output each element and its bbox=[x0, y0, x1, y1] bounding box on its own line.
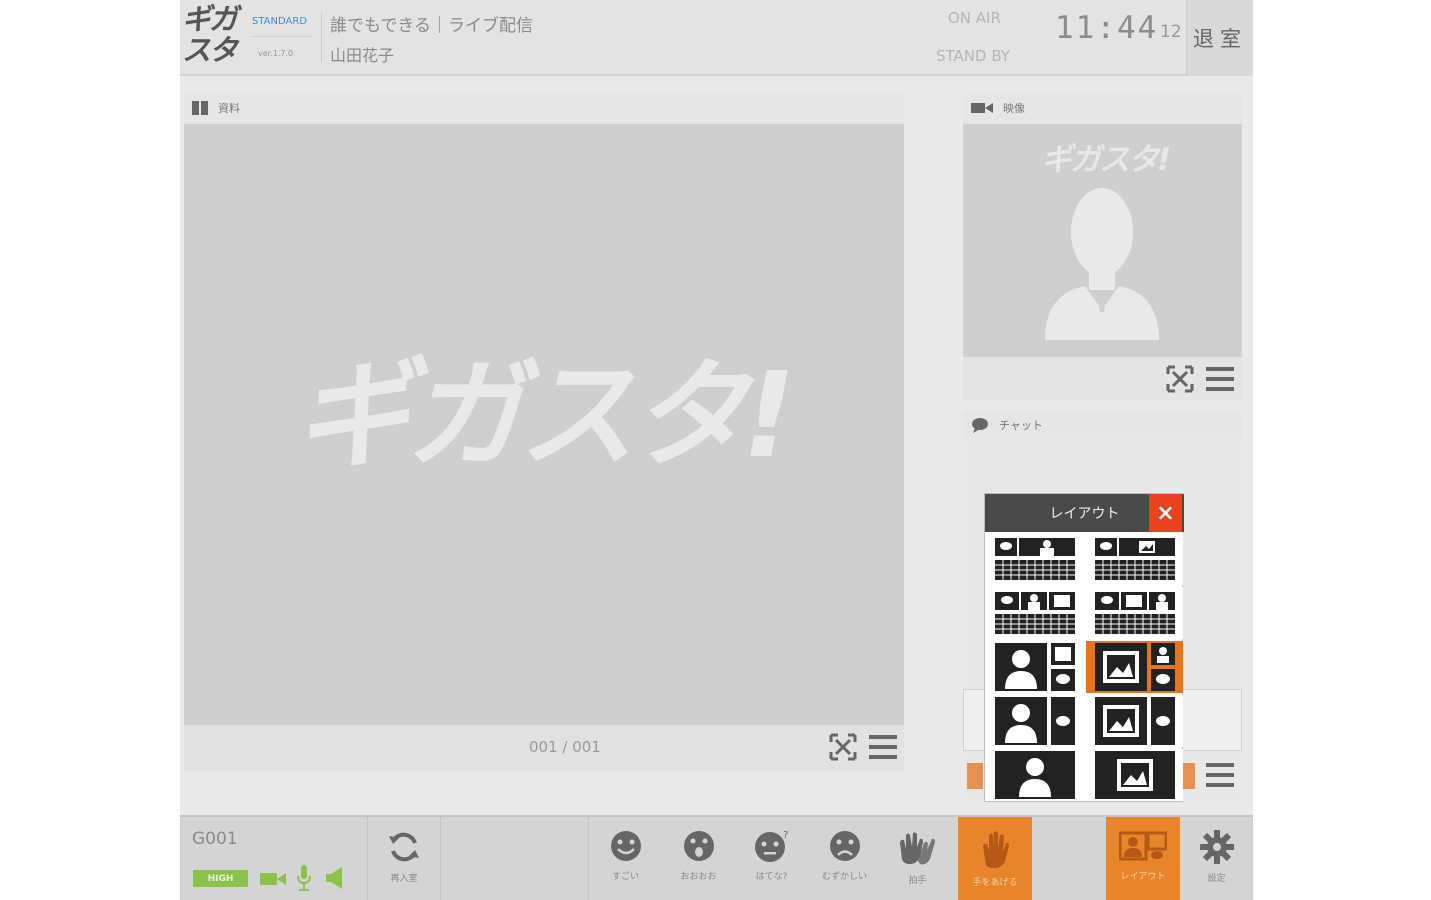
reaction-question-button[interactable]: ? はてな? bbox=[735, 817, 808, 900]
video-watermark: ギガスタ! bbox=[1041, 142, 1171, 178]
applause-label: 拍手 bbox=[908, 876, 927, 886]
reenter-button[interactable]: 再入室 bbox=[368, 817, 440, 900]
layout-material-large-video-chat-icon bbox=[1094, 643, 1175, 691]
clock-time: 11:44 bbox=[1055, 10, 1159, 46]
clock-seconds: 12 bbox=[1160, 22, 1182, 42]
material-canvas[interactable]: ギガスタ! bbox=[184, 124, 904, 725]
layout-button[interactable]: レイアウト bbox=[1106, 817, 1180, 900]
microphone-status-icon[interactable] bbox=[296, 865, 312, 891]
reaction-question-label: はてな? bbox=[755, 872, 788, 882]
layout-popup-title: レイアウト bbox=[1049, 506, 1120, 522]
menu-icon[interactable] bbox=[868, 733, 898, 761]
chat-menu-icon[interactable] bbox=[1205, 761, 1235, 789]
layout-video-large-material-chat-icon bbox=[994, 643, 1075, 691]
layout-option-material-only[interactable] bbox=[1086, 749, 1183, 801]
plan-label: STANDARD bbox=[252, 16, 308, 27]
layout-material-large-chat-icon bbox=[1094, 697, 1175, 745]
raise-hand-button[interactable]: 手をあげる bbox=[958, 817, 1032, 900]
chat-send-right-edge bbox=[1183, 763, 1195, 789]
applause-button[interactable]: 拍手 bbox=[881, 817, 954, 900]
quality-badge: HIGH bbox=[193, 870, 248, 887]
reaction-difficult-button[interactable]: むずかしい bbox=[808, 817, 881, 900]
bottom-toolbar: G001 HIGH 再入室 すごい おおおお ? はてな? むずかしい 拍手 手… bbox=[180, 815, 1253, 900]
app-window: ギガ スタ STANDARD ver.1.7.0 誰でもできる｜ライブ配信 山田… bbox=[180, 0, 1253, 900]
video-camera-icon bbox=[971, 103, 993, 113]
layout-option-video-large-chat[interactable] bbox=[986, 695, 1083, 747]
presenter-name: 山田花子 bbox=[330, 46, 395, 65]
layout-video-only-icon bbox=[994, 751, 1075, 799]
speaker-status-icon[interactable] bbox=[326, 867, 346, 889]
question-icon: ? bbox=[754, 830, 788, 862]
exit-button[interactable]: 退室 bbox=[1186, 0, 1253, 76]
layout-option-material-large-video-chat[interactable] bbox=[1086, 641, 1183, 693]
chat-panel-header: チャット bbox=[963, 411, 1242, 439]
layout-chat-video-material-grid-icon bbox=[994, 592, 1075, 634]
refresh-icon bbox=[389, 832, 419, 862]
material-panel-header: 資料 bbox=[184, 94, 904, 122]
hand-raise-icon bbox=[983, 831, 1009, 868]
settings-label: 設定 bbox=[1207, 874, 1226, 884]
on-air-status: ON AIR bbox=[948, 9, 1001, 27]
page-counter: 001 / 001 bbox=[529, 738, 601, 756]
video-panel-header: 映像 bbox=[963, 94, 1242, 122]
video-menu-icon[interactable] bbox=[1205, 365, 1235, 393]
video-panel-title: 映像 bbox=[1003, 102, 1025, 115]
event-title: 誰でもできる｜ライブ配信 bbox=[330, 16, 533, 36]
reaction-great-button[interactable]: すごい bbox=[589, 817, 662, 900]
person-silhouette-icon bbox=[1045, 188, 1159, 340]
layout-chat-material-video-grid-icon bbox=[1094, 592, 1175, 634]
header-divider bbox=[321, 12, 322, 62]
reenter-label: 再入室 bbox=[390, 874, 418, 884]
layout-popup: レイアウト × bbox=[984, 493, 1184, 802]
layout-chat-video-grid-icon bbox=[994, 538, 1075, 580]
layout-option-chat-video-grid[interactable] bbox=[986, 533, 1083, 585]
plan-divider bbox=[252, 36, 312, 37]
standby-status: STAND BY bbox=[936, 47, 1010, 65]
close-icon[interactable]: × bbox=[1149, 494, 1182, 532]
layout-option-chat-material-video-grid[interactable] bbox=[1086, 587, 1183, 639]
layout-option-material-large-chat[interactable] bbox=[1086, 695, 1183, 747]
header-bar: ギガ スタ STANDARD ver.1.7.0 誰でもできる｜ライブ配信 山田… bbox=[180, 0, 1253, 76]
layout-option-video-large-material-chat[interactable] bbox=[986, 641, 1083, 693]
smile-icon bbox=[610, 831, 641, 861]
settings-button[interactable]: 設定 bbox=[1180, 817, 1253, 900]
clap-icon bbox=[899, 832, 935, 865]
fullscreen-icon[interactable] bbox=[828, 732, 858, 762]
video-panel: 映像 ギガスタ! bbox=[963, 94, 1242, 400]
reaction-great-label: すごい bbox=[611, 872, 639, 882]
material-panel: 資料 ギガスタ! 001 / 001 bbox=[184, 94, 904, 771]
video-canvas[interactable]: ギガスタ! bbox=[963, 124, 1242, 357]
speech-bubble-icon bbox=[972, 418, 988, 433]
version-label: ver.1.7.0 bbox=[258, 49, 294, 58]
reaction-wow-button[interactable]: おおおお bbox=[662, 817, 735, 900]
layout-option-chat-material-grid[interactable] bbox=[1086, 533, 1183, 585]
material-watermark: ギガスタ! bbox=[294, 346, 796, 484]
book-icon bbox=[192, 101, 208, 115]
layout-label: レイアウト bbox=[1120, 872, 1166, 882]
layout-option-chat-video-material-grid[interactable] bbox=[986, 587, 1083, 639]
gear-icon bbox=[1199, 830, 1234, 864]
layout-chat-material-grid-icon bbox=[1094, 538, 1175, 580]
app-logo: ギガ スタ bbox=[182, 4, 244, 70]
material-panel-title: 資料 bbox=[218, 102, 240, 115]
layout-icon bbox=[1119, 831, 1167, 861]
reaction-difficult-label: むずかしい bbox=[821, 872, 867, 882]
reaction-wow-label: おおおお bbox=[680, 872, 717, 882]
logo-line2: スタ bbox=[182, 33, 238, 67]
layout-material-only-icon bbox=[1094, 751, 1175, 799]
surprised-icon bbox=[683, 831, 714, 861]
chat-send-left-edge bbox=[967, 763, 983, 789]
room-id: G001 bbox=[192, 829, 238, 849]
chat-panel-title: チャット bbox=[999, 419, 1043, 432]
sad-icon bbox=[829, 831, 860, 861]
svg-text:?: ? bbox=[783, 830, 788, 841]
video-fullscreen-icon[interactable] bbox=[1165, 364, 1195, 394]
layout-option-video-only[interactable] bbox=[986, 749, 1083, 801]
layout-video-large-chat-icon bbox=[994, 697, 1075, 745]
camera-status-icon[interactable] bbox=[260, 871, 286, 887]
raise-hand-label: 手をあげる bbox=[972, 878, 1018, 888]
toolbar-divider bbox=[440, 817, 441, 900]
logo-line1: ギガ bbox=[182, 2, 238, 36]
